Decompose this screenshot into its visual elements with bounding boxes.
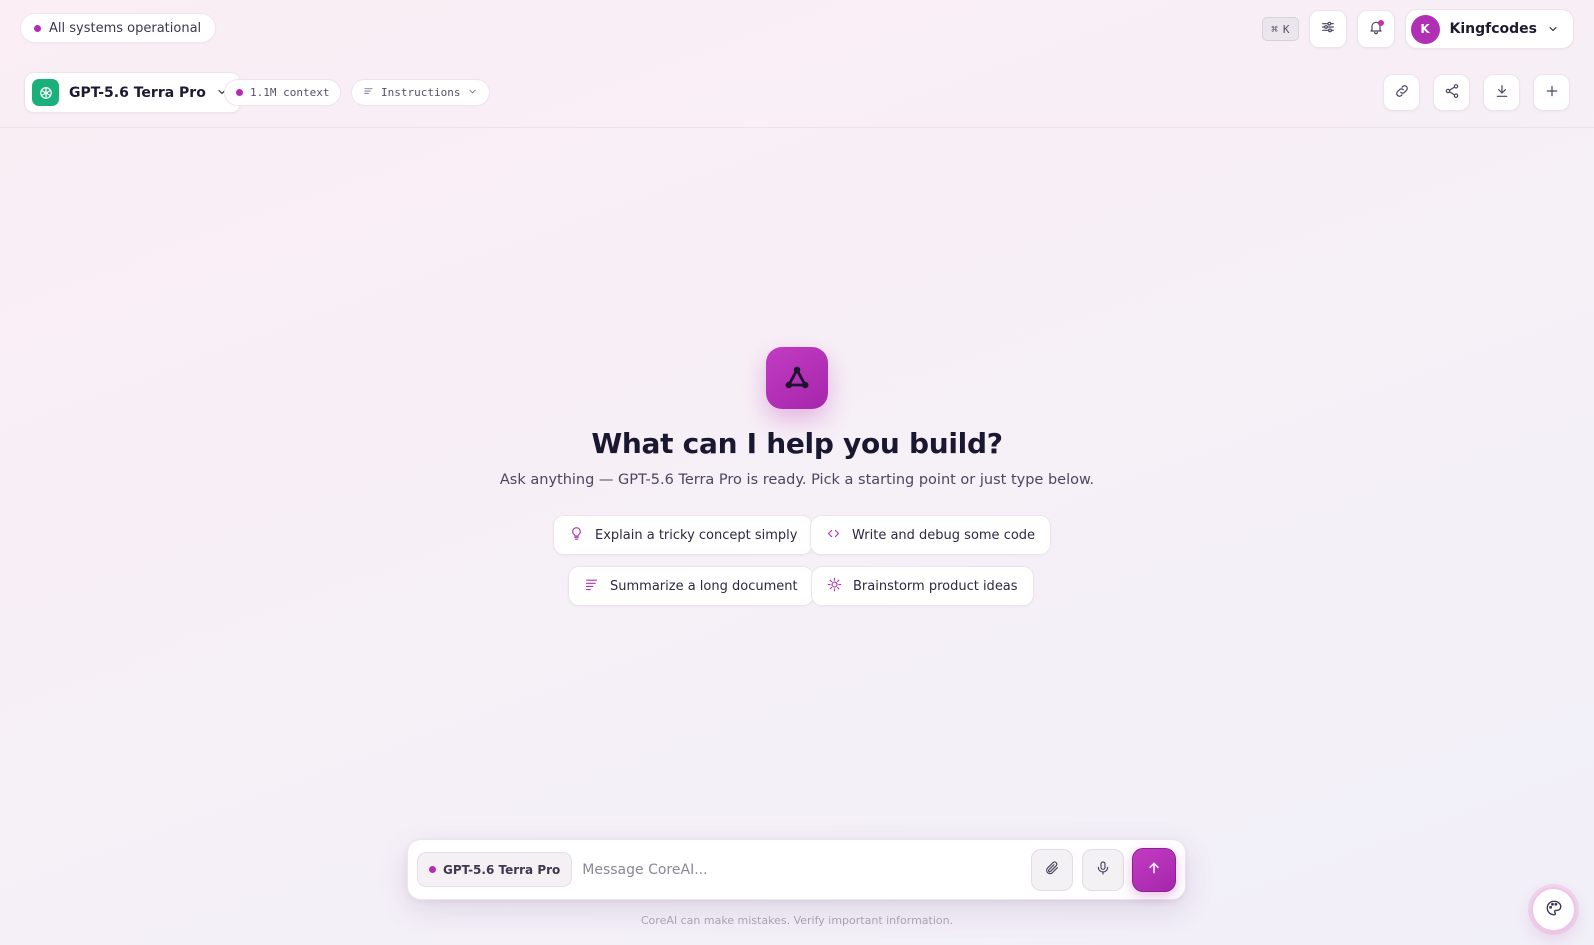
openai-logo-icon bbox=[32, 79, 59, 106]
palette-icon bbox=[1545, 899, 1563, 921]
suggestion-label: Summarize a long document bbox=[610, 578, 798, 594]
notifications-button[interactable] bbox=[1356, 10, 1395, 48]
code-icon bbox=[826, 526, 841, 545]
context-chip[interactable]: 1.1M context bbox=[224, 79, 342, 106]
suggestion-brainstorm-ideas[interactable]: Brainstorm product ideas bbox=[811, 566, 1034, 606]
share-button[interactable] bbox=[1433, 74, 1470, 111]
suggestion-label: Explain a tricky concept simply bbox=[595, 527, 798, 543]
command-shortcut[interactable]: ⌘ K bbox=[1262, 17, 1299, 41]
microphone-icon bbox=[1095, 860, 1111, 880]
command-key-symbol: ⌘ bbox=[1271, 22, 1278, 36]
link-icon bbox=[1394, 83, 1410, 103]
composer-model-label: GPT-5.6 Terra Pro bbox=[443, 862, 561, 877]
coreai-logo-icon bbox=[766, 347, 828, 409]
header-actions: ⌘ K K Kingfcodes bbox=[1262, 9, 1574, 49]
user-menu-button[interactable]: K Kingfcodes bbox=[1404, 9, 1574, 49]
user-name: Kingfcodes bbox=[1449, 21, 1538, 37]
download-icon bbox=[1494, 83, 1510, 103]
sliders-icon bbox=[1320, 19, 1336, 39]
toolbar-actions bbox=[1383, 74, 1570, 111]
command-key-letter: K bbox=[1282, 22, 1290, 36]
suggestion-label: Write and debug some code bbox=[852, 527, 1036, 543]
download-button[interactable] bbox=[1483, 74, 1520, 111]
suggestion-write-code[interactable]: Write and debug some code bbox=[810, 515, 1052, 555]
chat-toolbar: GPT-5.6 Terra Pro 1.1M context Instructi… bbox=[0, 70, 1594, 128]
status-dot bbox=[34, 24, 41, 32]
chevron-down-icon bbox=[1547, 20, 1559, 39]
share-icon bbox=[1444, 83, 1460, 103]
context-label: 1.1M context bbox=[250, 86, 330, 99]
paperclip-icon bbox=[1044, 860, 1060, 880]
page-title: What can I help you build? bbox=[591, 427, 1003, 460]
instructions-dropdown[interactable]: Instructions bbox=[351, 79, 491, 106]
model-status-dot bbox=[429, 866, 436, 873]
instructions-icon bbox=[363, 86, 374, 100]
suggestion-summarize-document[interactable]: Summarize a long document bbox=[568, 566, 814, 606]
settings-button[interactable] bbox=[1308, 10, 1347, 48]
message-composer: GPT-5.6 Terra Pro bbox=[407, 839, 1186, 900]
suggestion-label: Brainstorm product ideas bbox=[853, 578, 1018, 594]
attach-button[interactable] bbox=[1031, 848, 1073, 891]
context-dot bbox=[236, 89, 243, 96]
welcome-hero: What can I help you build? Ask anything … bbox=[0, 347, 1594, 488]
lines-icon bbox=[584, 577, 599, 596]
theme-palette-button[interactable] bbox=[1531, 887, 1576, 932]
suggestion-explain-concept[interactable]: Explain a tricky concept simply bbox=[553, 515, 814, 555]
send-button[interactable] bbox=[1132, 847, 1176, 892]
composer-model-chip[interactable]: GPT-5.6 Terra Pro bbox=[417, 852, 573, 887]
copy-link-button[interactable] bbox=[1383, 74, 1420, 111]
status-text: All systems operational bbox=[49, 20, 202, 36]
avatar: K bbox=[1410, 14, 1440, 44]
model-name: GPT-5.6 Terra Pro bbox=[69, 84, 206, 101]
sparkle-bulb-icon bbox=[827, 577, 842, 596]
message-input[interactable] bbox=[572, 851, 1021, 888]
chevron-down-icon bbox=[467, 86, 478, 100]
notification-dot bbox=[1377, 20, 1384, 26]
lightbulb-icon bbox=[569, 526, 584, 545]
disclaimer-text: CoreAI can make mistakes. Verify importa… bbox=[640, 914, 954, 927]
plus-icon bbox=[1544, 83, 1560, 103]
system-status-pill[interactable]: All systems operational bbox=[20, 13, 217, 43]
model-selector[interactable]: GPT-5.6 Terra Pro bbox=[24, 72, 241, 113]
new-chat-button[interactable] bbox=[1533, 74, 1570, 111]
page-subtitle: Ask anything — GPT-5.6 Terra Pro is read… bbox=[499, 472, 1095, 488]
arrow-up-icon bbox=[1146, 860, 1162, 880]
instructions-label: Instructions bbox=[381, 86, 461, 99]
voice-input-button[interactable] bbox=[1082, 848, 1124, 891]
